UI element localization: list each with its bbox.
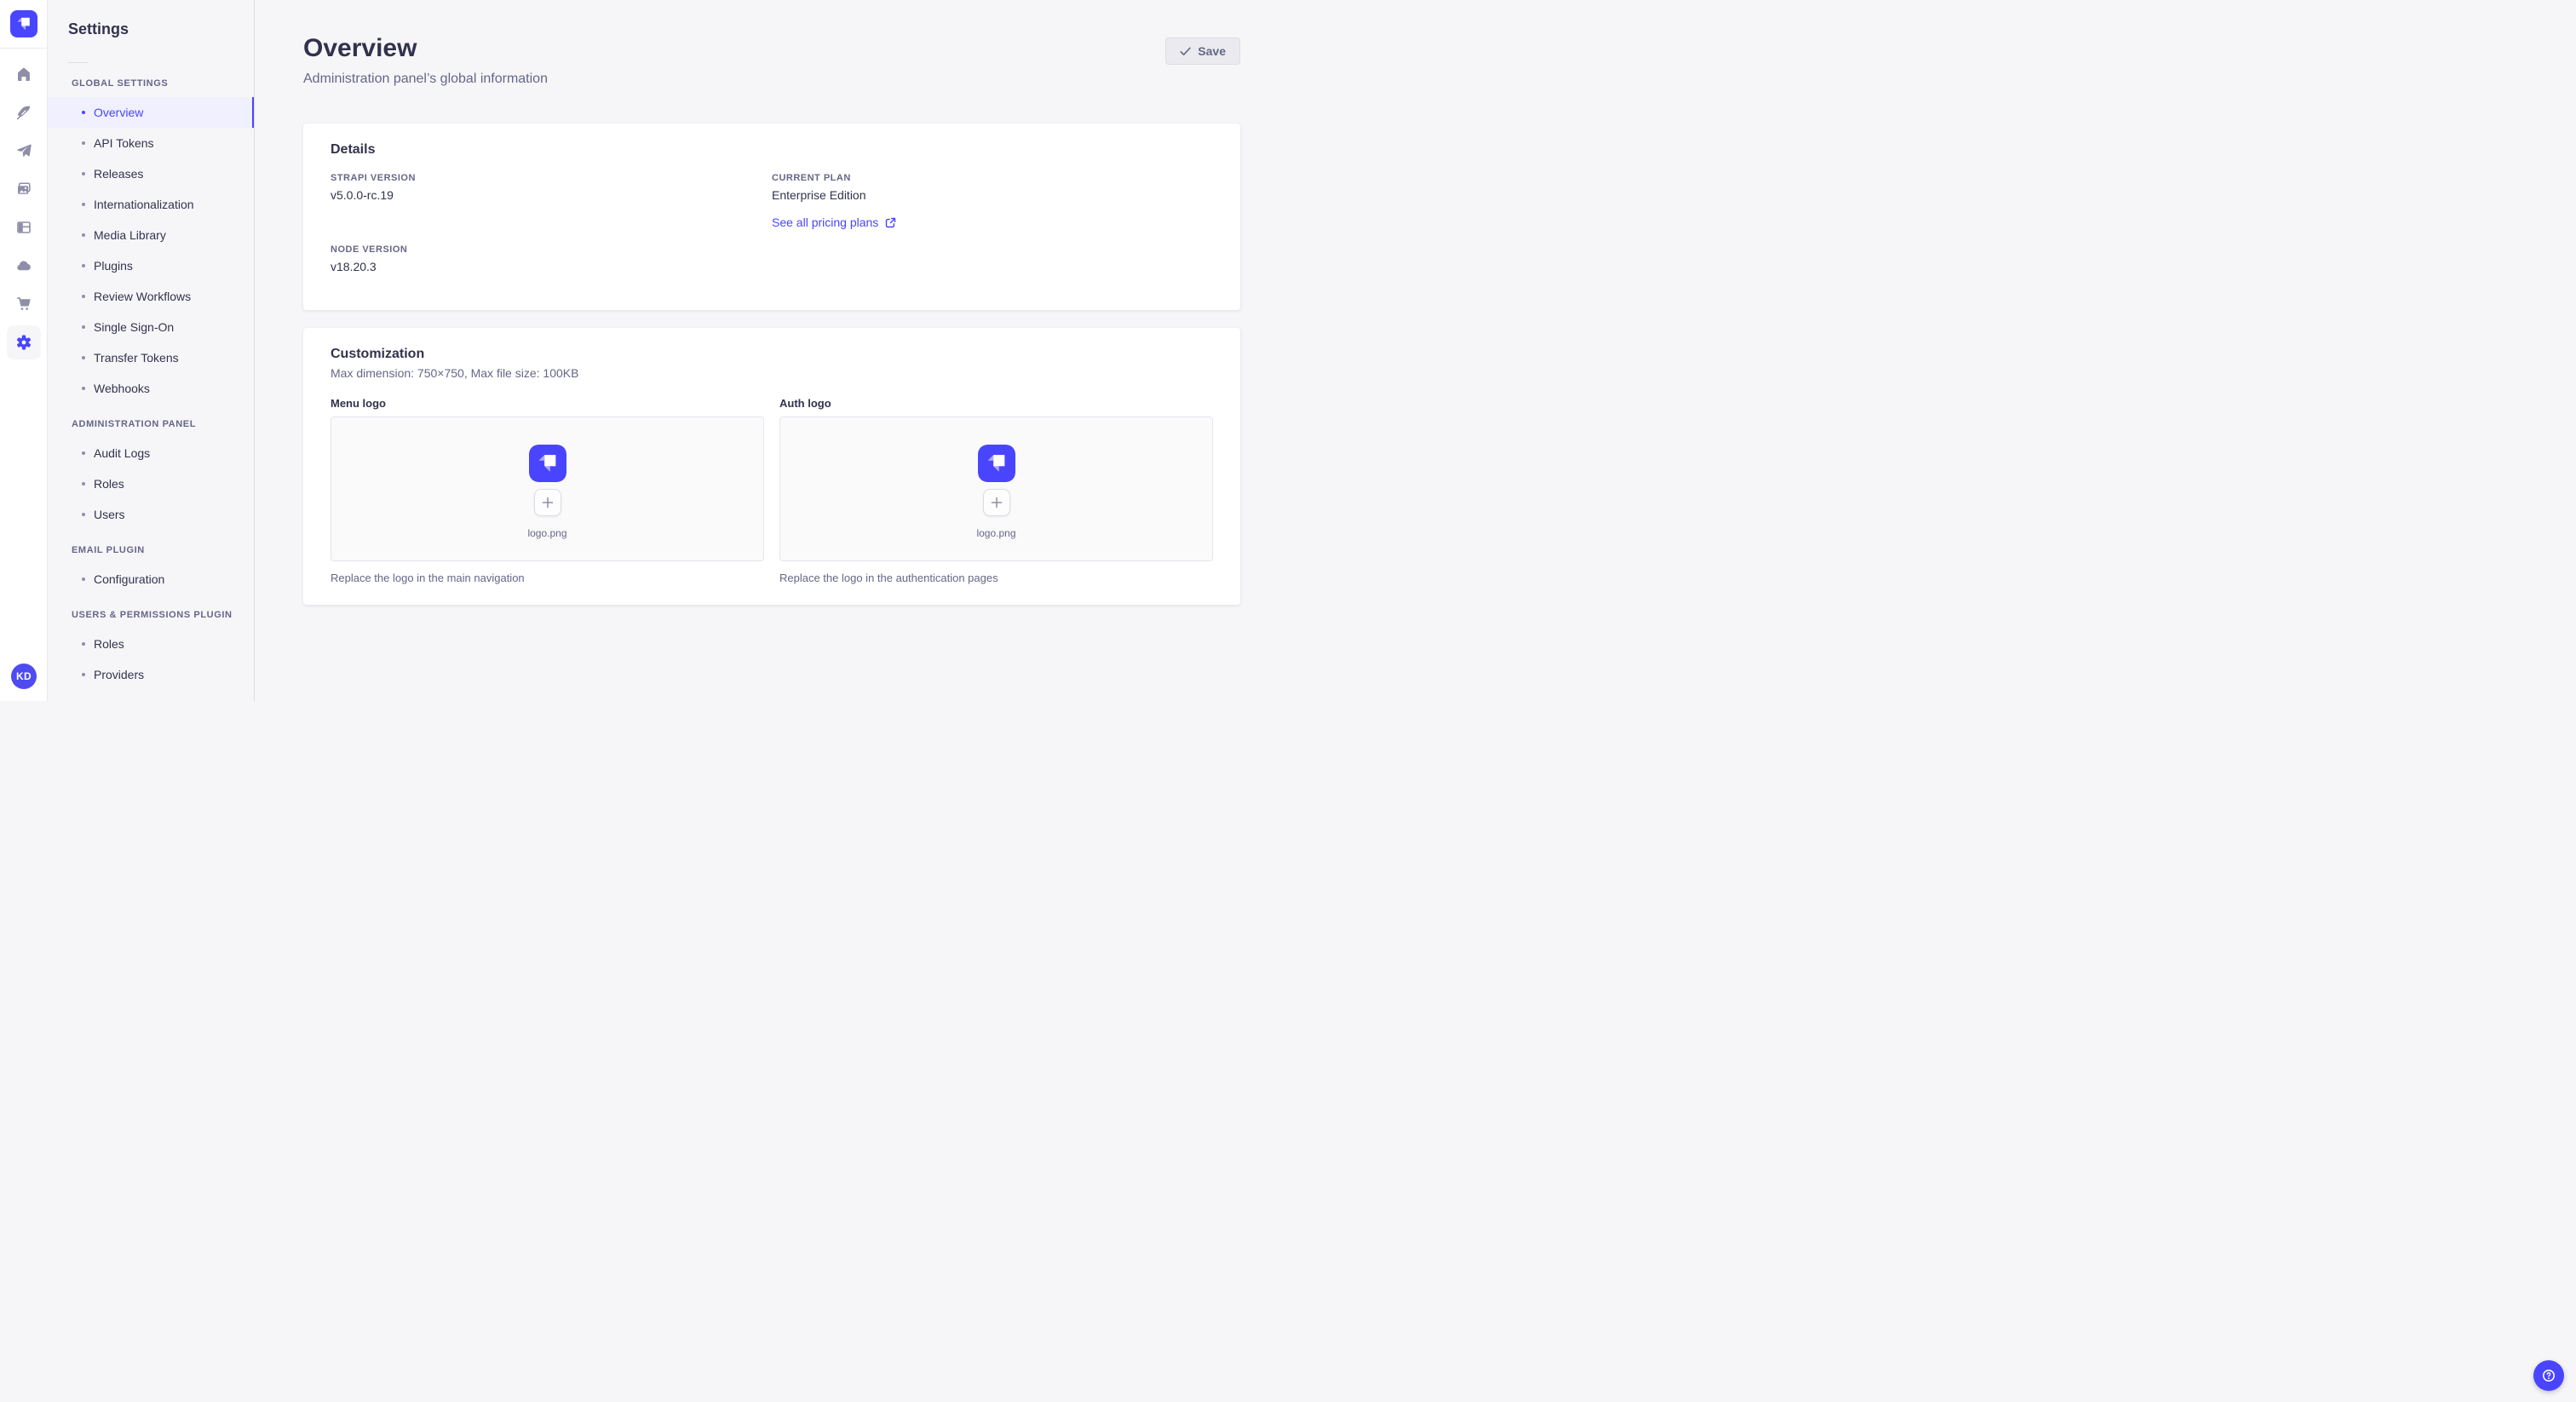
strapi-version-value: v5.0.0-rc.19: [331, 188, 394, 202]
sidebar-item-internationalization[interactable]: Internationalization: [48, 189, 254, 220]
sidebar-item-up-roles[interactable]: Roles: [48, 629, 254, 659]
marketplace-cart-icon[interactable]: [7, 287, 41, 321]
section-email-plugin: Email plugin: [72, 545, 145, 555]
sidebar-item-admin-roles[interactable]: Roles: [48, 468, 254, 499]
customization-heading: Customization: [331, 347, 425, 361]
plus-icon: [542, 497, 553, 509]
save-button[interactable]: Save: [1165, 37, 1240, 65]
bullet-icon: [82, 141, 85, 145]
auth-logo-preview: [977, 445, 1015, 482]
node-version-label: Node version: [331, 244, 408, 255]
menu-logo-add-button[interactable]: [533, 489, 561, 516]
customization-card: Customization Max dimension: 750×750, Ma…: [303, 328, 1240, 605]
menu-logo-filename: logo.png: [527, 527, 567, 539]
page-subtitle: Administration panel’s global informatio…: [303, 72, 548, 86]
auth-logo-field: Auth logo logo.png Replace the logo in t…: [779, 397, 1213, 584]
bullet-icon: [82, 111, 85, 114]
sidebar-divider: [68, 62, 89, 63]
sidebar-item-overview[interactable]: Overview: [48, 97, 254, 128]
sidebar-item-single-sign-on[interactable]: Single Sign-On: [48, 312, 254, 342]
bullet-icon: [82, 482, 85, 486]
bullet-icon: [82, 513, 85, 516]
bullet-icon: [82, 264, 85, 267]
sidebar-item-admin-users[interactable]: Users: [48, 499, 254, 530]
pricing-plans-link[interactable]: See all pricing plans: [772, 215, 896, 229]
bullet-icon: [82, 451, 85, 455]
auth-logo-caption: Replace the logo in the authentication p…: [779, 572, 998, 584]
sidebar-item-releases[interactable]: Releases: [48, 158, 254, 189]
auth-logo-dropzone[interactable]: logo.png: [779, 417, 1213, 561]
current-plan-label: Current plan: [772, 173, 851, 183]
bullet-icon: [82, 233, 85, 237]
details-right-column: Current plan Enterprise Edition See all …: [772, 173, 1213, 273]
details-left-column: Strapi version v5.0.0-rc.19 Node version…: [331, 173, 772, 273]
paper-plane-icon[interactable]: [7, 134, 41, 168]
bullet-icon: [82, 203, 85, 206]
bullet-icon: [82, 295, 85, 298]
section-administration-panel: Administration panel: [72, 419, 197, 429]
cloud-icon[interactable]: [7, 249, 41, 283]
sidebar-item-media-library[interactable]: Media Library: [48, 220, 254, 250]
menu-logo-field: Menu logo logo.png Replace the logo in t…: [331, 397, 764, 584]
menu-logo-dropzone[interactable]: logo.png: [331, 417, 764, 561]
current-plan-field: Current plan Enterprise Edition: [772, 173, 1213, 202]
menu-logo-caption: Replace the logo in the main navigation: [331, 572, 525, 584]
user-avatar[interactable]: KD: [11, 664, 37, 689]
auth-logo-filename: logo.png: [976, 527, 1016, 539]
main-content: Overview Administration panel’s global i…: [255, 0, 1288, 701]
content-manager-feather-icon[interactable]: [7, 95, 41, 129]
plus-icon: [991, 497, 1002, 509]
sidebar-title: Settings: [68, 20, 129, 37]
menu-logo-label: Menu logo: [331, 397, 386, 410]
app-rail: KD: [0, 0, 48, 701]
sidebar-item-api-tokens[interactable]: API Tokens: [48, 128, 254, 158]
sidebar-item-email-configuration[interactable]: Configuration: [48, 564, 254, 595]
bullet-icon: [82, 356, 85, 359]
node-version-value: v18.20.3: [331, 260, 377, 273]
menu-logo-preview: [528, 445, 566, 482]
external-link-icon: [886, 217, 896, 227]
bullet-icon: [82, 577, 85, 581]
strapi-version-field: Strapi version v5.0.0-rc.19: [331, 173, 772, 202]
auth-logo-add-button[interactable]: [982, 489, 1010, 516]
section-global-settings: Global settings: [72, 78, 169, 89]
page-header: Overview Administration panel’s global i…: [255, 0, 1288, 87]
content-type-builder-icon[interactable]: [7, 210, 41, 244]
settings-gear-icon[interactable]: [6, 325, 41, 359]
check-icon: [1180, 47, 1191, 55]
sidebar-item-review-workflows[interactable]: Review Workflows: [48, 281, 254, 312]
sidebar-item-up-providers[interactable]: Providers: [48, 659, 254, 690]
home-icon[interactable]: [7, 57, 41, 91]
bullet-icon: [82, 325, 85, 329]
customization-constraints: Max dimension: 750×750, Max file size: 1…: [331, 366, 579, 380]
sidebar-item-webhooks[interactable]: Webhooks: [48, 373, 254, 404]
details-card: Details Strapi version v5.0.0-rc.19 Node…: [303, 124, 1240, 310]
bullet-icon: [82, 172, 85, 175]
sidebar-item-audit-logs[interactable]: Audit Logs: [48, 438, 254, 468]
settings-sidebar: Settings Global settings Overview API To…: [48, 0, 255, 701]
question-mark-icon: [2543, 1370, 2555, 1382]
current-plan-value: Enterprise Edition: [772, 188, 866, 202]
help-button[interactable]: [2533, 1360, 2564, 1391]
details-heading: Details: [331, 142, 376, 157]
bullet-icon: [82, 642, 85, 646]
bullet-icon: [82, 673, 85, 676]
sidebar-item-transfer-tokens[interactable]: Transfer Tokens: [48, 342, 254, 373]
page-title: Overview: [303, 34, 417, 62]
node-version-field: Node version v18.20.3: [331, 244, 772, 273]
strapi-version-label: Strapi version: [331, 173, 416, 183]
sidebar-item-plugins[interactable]: Plugins: [48, 250, 254, 281]
auth-logo-label: Auth logo: [779, 397, 831, 410]
strapi-logo[interactable]: [9, 10, 37, 37]
bullet-icon: [82, 387, 85, 390]
media-library-icon[interactable]: [7, 172, 41, 206]
section-users-permissions-plugin: Users & Permissions plugin: [72, 610, 233, 620]
